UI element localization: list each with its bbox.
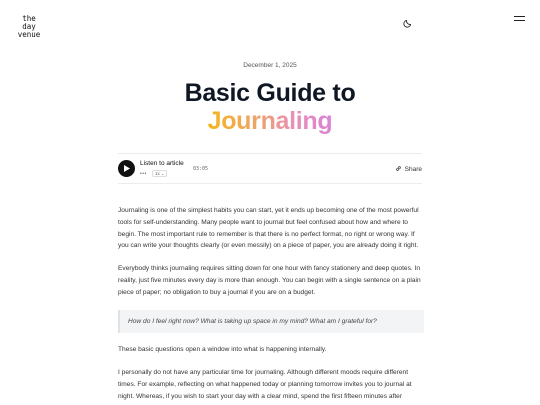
- paragraph-1: Journaling is one of the simplest habits…: [118, 207, 419, 250]
- play-button[interactable]: [118, 160, 135, 177]
- play-icon: [124, 165, 130, 172]
- audio-player: Listen to article ••• 1x ⌄ 03:05 Share: [118, 153, 422, 184]
- menu-button[interactable]: [514, 16, 525, 24]
- article-body: Journaling is one of the simplest habits…: [118, 205, 424, 405]
- site-logo[interactable]: the day venue: [17, 15, 41, 39]
- audio-duration: 03:05: [193, 166, 209, 172]
- title-line-1: Basic Guide to: [184, 79, 356, 107]
- playback-speed-value: 1x: [155, 171, 160, 176]
- logo-line-3: venue: [17, 30, 41, 39]
- blockquote: How do I feel right now? What is taking …: [118, 309, 424, 334]
- listen-label: Listen to article: [140, 160, 184, 167]
- link-icon: [395, 166, 401, 171]
- share-button[interactable]: Share: [395, 165, 422, 173]
- hamburger-menu-icon: [514, 16, 525, 17]
- playback-speed-select[interactable]: 1x ⌄: [152, 170, 168, 177]
- share-label: Share: [404, 166, 422, 173]
- paragraph-4: I personally do not have any particular …: [118, 369, 412, 405]
- paragraph-2: Everybody thinks journaling requires sit…: [118, 265, 421, 296]
- article-title: Basic Guide to Journaling: [0, 79, 540, 135]
- chevron-down-icon: ⌄: [161, 171, 165, 176]
- moon-icon: [403, 19, 412, 28]
- paragraph-3: These basic questions open a window into…: [118, 346, 327, 354]
- theme-toggle-button[interactable]: [403, 15, 413, 28]
- article-date: December 1, 2025: [243, 62, 297, 69]
- title-line-2: Journaling: [207, 107, 333, 135]
- more-options-icon[interactable]: •••: [140, 171, 147, 177]
